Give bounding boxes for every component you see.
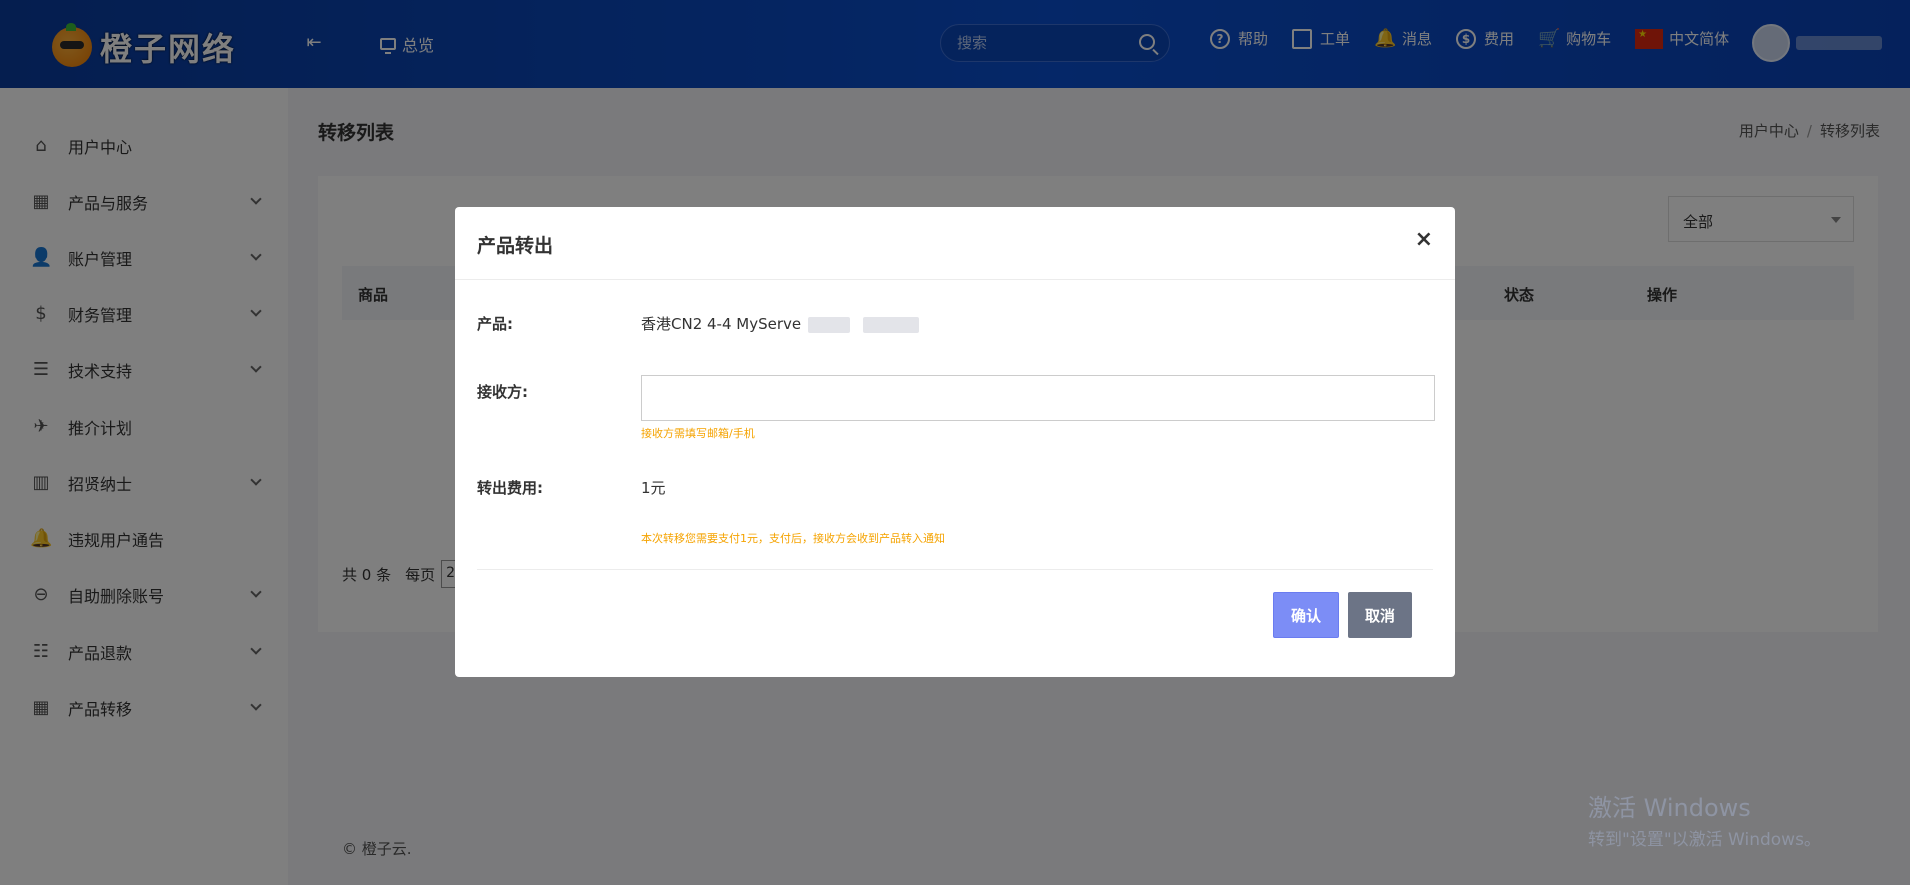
- confirm-button[interactable]: 确认: [1273, 592, 1339, 638]
- close-icon[interactable]: ×: [1415, 227, 1433, 252]
- product-value: 香港CN2 4-4 MyServe: [641, 313, 919, 334]
- redacted-text: [862, 316, 919, 333]
- receiver-label: 接收方:: [477, 383, 528, 401]
- cancel-button[interactable]: 取消: [1348, 592, 1412, 638]
- windows-activation-watermark: 激活 Windows 转到"设置"以激活 Windows。: [1588, 788, 1821, 850]
- fee-value: 1元: [641, 479, 666, 497]
- product-name: 香港CN2 4-4 MyServe: [641, 315, 802, 333]
- modal-footer-divider: [477, 569, 1433, 570]
- receiver-input[interactable]: [641, 375, 1435, 421]
- modal-divider: [455, 279, 1455, 280]
- redacted-text: [807, 316, 850, 333]
- fee-hint: 本次转移您需要支付1元，支付后，接收方会收到产品转入通知: [641, 532, 945, 545]
- watermark-line2: 转到"设置"以激活 Windows。: [1588, 830, 1821, 850]
- transfer-out-modal: 产品转出 × 产品: 香港CN2 4-4 MyServe 接收方: 接收方需填写…: [455, 207, 1455, 677]
- fee-label: 转出费用:: [477, 479, 543, 497]
- receiver-hint: 接收方需填写邮箱/手机: [641, 427, 755, 440]
- modal-title: 产品转出: [477, 235, 554, 257]
- watermark-line1: 激活 Windows: [1588, 794, 1751, 822]
- product-label: 产品:: [477, 315, 513, 333]
